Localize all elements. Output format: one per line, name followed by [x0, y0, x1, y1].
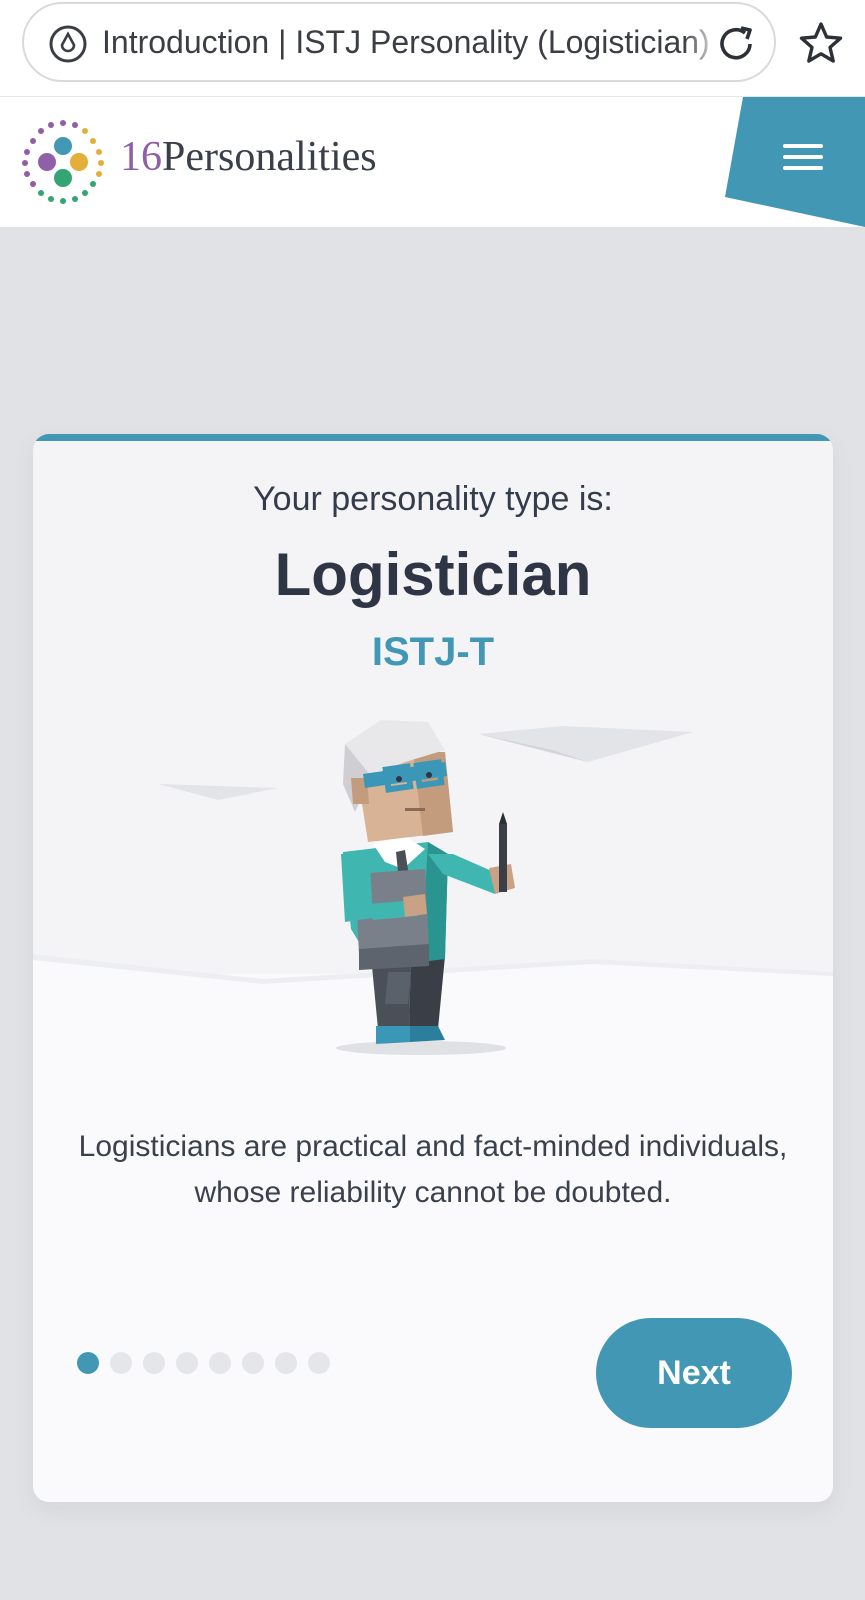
- progress-dot[interactable]: [242, 1352, 264, 1374]
- page-title-text[interactable]: Introduction | ISTJ Personality (Logisti…: [102, 4, 714, 80]
- card-accent-line: [33, 434, 833, 441]
- personality-type-code: ISTJ-T: [371, 630, 495, 674]
- type-description: Logisticians are practical and fact-mind…: [78, 1130, 788, 1209]
- personality-result-card: Your personality type is: Logistician IS…: [33, 434, 833, 1502]
- personality-type-name: Logistician: [274, 541, 592, 608]
- menu-line-bottom: [783, 166, 823, 170]
- browser-toolbar: Introduction | ISTJ Personality (Logisti…: [0, 0, 865, 97]
- progress-dot[interactable]: [275, 1352, 297, 1374]
- site-header: 16Personalities: [0, 97, 865, 227]
- menu-line-top: [783, 144, 823, 148]
- progress-dot[interactable]: [209, 1352, 231, 1374]
- progress-dots: [77, 1352, 330, 1374]
- result-subtitle: Your personality type is:: [253, 480, 613, 518]
- logo-dots-icon[interactable]: [20, 119, 106, 205]
- progress-dot[interactable]: [143, 1352, 165, 1374]
- site-info-icon[interactable]: [48, 24, 88, 64]
- star-icon[interactable]: [798, 20, 844, 66]
- site-logo[interactable]: 16Personalities: [120, 133, 377, 181]
- logistician-character-illustration: [33, 720, 833, 1074]
- progress-dot[interactable]: [176, 1352, 198, 1374]
- menu-line-middle: [783, 155, 823, 159]
- progress-dot[interactable]: [77, 1352, 99, 1374]
- progress-dot[interactable]: [110, 1352, 132, 1374]
- logo-number: 16: [120, 134, 162, 180]
- address-bar[interactable]: Introduction | ISTJ Personality (Logisti…: [22, 2, 776, 82]
- hamburger-menu-icon[interactable]: [778, 137, 828, 183]
- reload-icon[interactable]: [714, 22, 758, 66]
- progress-dot[interactable]: [308, 1352, 330, 1374]
- next-button[interactable]: Next: [596, 1318, 792, 1428]
- logo-name: Personalities: [162, 134, 377, 180]
